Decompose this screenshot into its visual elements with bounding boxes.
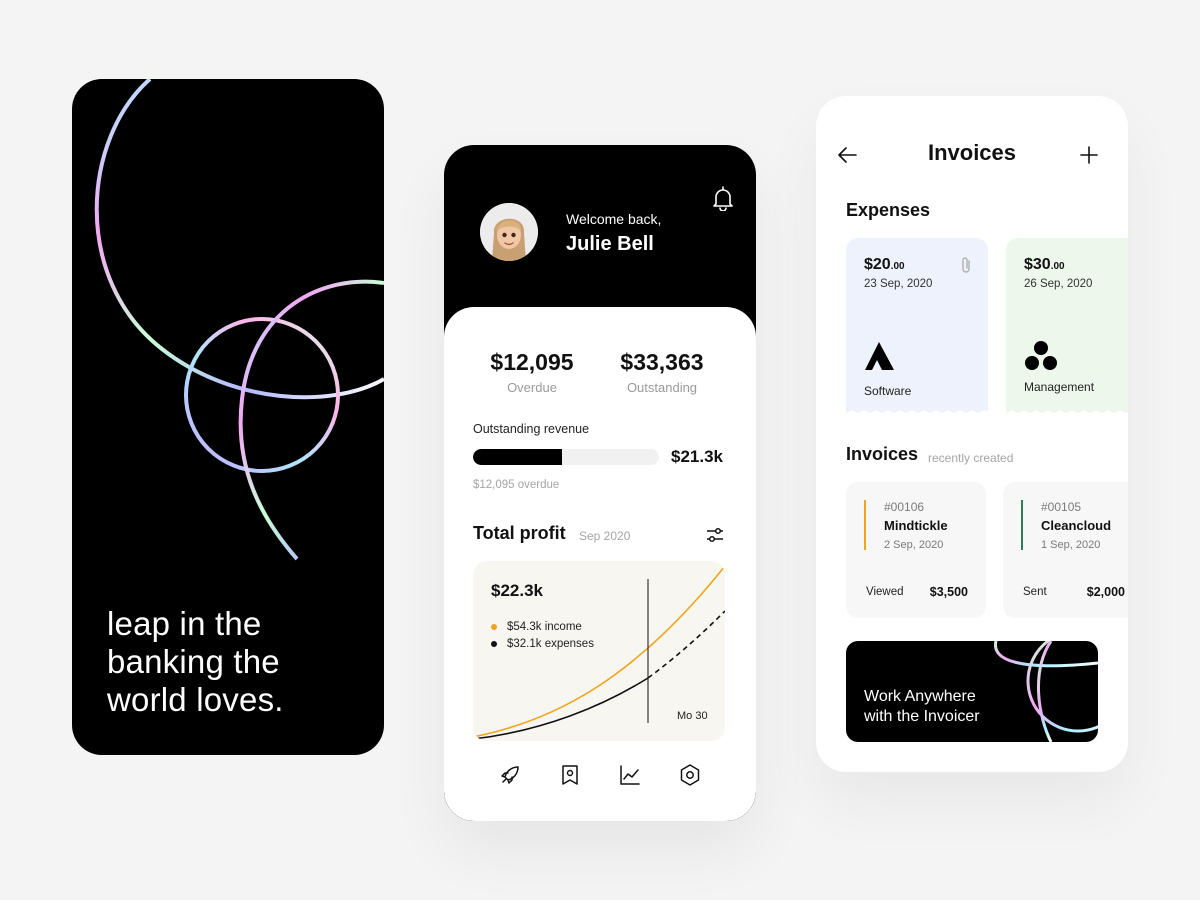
rocket-icon[interactable]: [498, 763, 522, 787]
invoice-number: #00105: [1041, 500, 1082, 514]
stat-overdue[interactable]: $12,095 Overdue: [467, 349, 597, 395]
bottom-tab-bar: [444, 763, 756, 791]
chart-marker-label: Mo 30: [677, 710, 708, 722]
chart-icon[interactable]: [618, 763, 642, 787]
stat-value: $33,363: [620, 349, 704, 375]
settings-icon[interactable]: [678, 763, 702, 787]
profit-title: Total profit: [473, 523, 566, 543]
invoice-accent-bar: [1021, 500, 1023, 550]
invoice-accent-bar: [864, 500, 866, 550]
dashboard-sheet: $12,095 Overdue $33,363 Outstanding Outs…: [444, 307, 756, 821]
invoice-date: 2 Sep, 2020: [884, 539, 944, 551]
expense-card[interactable]: $20.00 23 Sep, 2020 Software: [846, 238, 988, 416]
torn-edge: [846, 410, 988, 416]
plus-icon[interactable]: [1078, 144, 1100, 166]
paperclip-icon[interactable]: [959, 256, 973, 274]
expense-category: Management: [1024, 380, 1095, 394]
invoice-client: Cleancloud: [1041, 518, 1112, 533]
revenue-value: $21.3k: [671, 447, 723, 466]
promo-text: Work Anywhere with the Invoicer: [864, 688, 980, 725]
filter-icon[interactable]: [706, 526, 724, 544]
revenue-progress-bar: [473, 449, 659, 465]
legend-label: $54.3k income: [507, 620, 582, 633]
revenue-label: Outstanding revenue: [473, 422, 590, 436]
revenue-progress-fill: [473, 449, 563, 465]
chart-legend: $54.3k income $32.1k expenses: [491, 618, 594, 652]
expenses-forecast-line: [647, 610, 725, 679]
expense-date: 26 Sep, 2020: [1024, 278, 1093, 290]
legend-item-income: $54.3k income: [491, 618, 594, 635]
chart-total: $22.3k: [491, 581, 543, 600]
receipt-icon[interactable]: [558, 763, 582, 787]
expense-amount: $30.00: [1024, 256, 1065, 273]
invoice-card[interactable]: #00106 Mindtickle 2 Sep, 2020 Viewed $3,…: [846, 482, 986, 618]
invoices-section-title: Invoices: [846, 444, 919, 464]
invoice-status: Viewed: [866, 586, 904, 598]
invoice-client: Mindtickle: [884, 518, 948, 533]
welcome-text: Welcome back,: [566, 211, 662, 227]
revenue-overdue-note: $12,095 overdue: [473, 479, 560, 491]
invoice-status: Sent: [1023, 586, 1047, 598]
expense-amount: $20.00: [864, 256, 905, 273]
software-logo-icon: [865, 342, 894, 370]
invoices-screen: Invoices Expenses $20.00 23 Sep, 2020 So…: [816, 96, 1128, 772]
invoice-date: 1 Sep, 2020: [1041, 539, 1101, 551]
bell-icon[interactable]: [712, 185, 734, 211]
onboarding-tagline: leap in the banking the world loves.: [107, 605, 284, 718]
expense-card[interactable]: $30.00 26 Sep, 2020 Management: [1006, 238, 1128, 416]
invoice-amount: $3,500: [929, 585, 968, 599]
profit-period[interactable]: Sep 2020: [579, 529, 630, 543]
torn-edge: [1006, 410, 1128, 416]
invoice-number: #00106: [884, 500, 925, 514]
invoice-card[interactable]: #00105 Cleancloud 1 Sep, 2020 Sent $2,00…: [1003, 482, 1128, 618]
expense-date: 23 Sep, 2020: [864, 278, 933, 290]
expenses-section-title: Expenses: [846, 200, 931, 220]
stat-value: $12,095: [490, 349, 574, 375]
legend-label: $32.1k expenses: [507, 637, 594, 650]
stat-outstanding[interactable]: $33,363 Outstanding: [597, 349, 727, 395]
legend-item-expenses: $32.1k expenses: [491, 635, 594, 652]
stat-label: Overdue: [507, 380, 557, 395]
user-name: Julie Bell: [566, 233, 654, 255]
onboarding-screen: leap in the banking the world loves.: [72, 79, 384, 755]
invoices-subtitle: recently created: [928, 451, 1014, 465]
profit-chart[interactable]: $22.3k $54.3k income $32.1k expenses Mo …: [473, 561, 725, 741]
management-logo-icon: [1025, 341, 1057, 370]
expense-category: Software: [864, 384, 912, 398]
invoice-amount: $2,000: [1086, 585, 1125, 599]
stat-label: Outstanding: [626, 380, 698, 395]
avatar[interactable]: [480, 203, 538, 261]
dashboard-screen: Welcome back, Julie Bell $12,095 Overdue…: [444, 145, 756, 821]
promo-banner[interactable]: Work Anywhere with the Invoicer: [846, 641, 1098, 742]
